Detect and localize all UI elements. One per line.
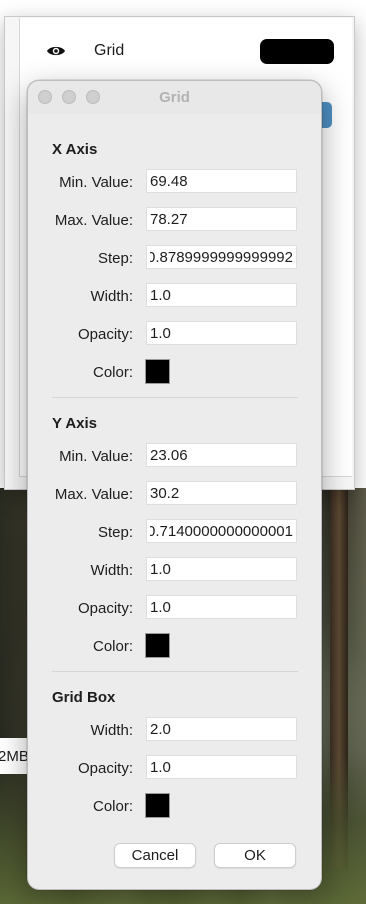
y-width-label: Width:: [90, 562, 133, 579]
layer-color-swatch[interactable]: [260, 39, 334, 64]
y-opacity-label: Opacity:: [77, 600, 133, 617]
y-max-label: Max. Value:: [54, 486, 133, 503]
file-size-label: 2MB: [0, 748, 29, 765]
x-opacity-label: Opacity:: [77, 326, 133, 343]
y-min-input[interactable]: [146, 443, 297, 467]
ok-button[interactable]: OK: [214, 843, 296, 868]
x-max-label: Max. Value:: [54, 212, 133, 229]
x-width-input[interactable]: [146, 283, 297, 307]
x-width-label: Width:: [90, 288, 133, 305]
y-step-label: Step:: [97, 524, 133, 541]
section-divider: [52, 671, 298, 672]
section-divider: [52, 397, 298, 398]
x-min-label: Min. Value:: [59, 174, 133, 191]
box-width-input[interactable]: [146, 717, 297, 741]
x-opacity-input[interactable]: [146, 321, 297, 345]
x-step-label: Step:: [97, 250, 133, 267]
layer-row-label: Grid: [94, 42, 125, 59]
y-width-input[interactable]: [146, 557, 297, 581]
dialog-title: Grid: [159, 89, 190, 106]
y-step-input[interactable]: [146, 519, 297, 543]
box-color-label: Color:: [92, 798, 133, 815]
x-min-input[interactable]: [146, 169, 297, 193]
y-min-label: Min. Value:: [59, 448, 133, 465]
grid-box-heading: Grid Box: [52, 689, 116, 706]
eye-icon[interactable]: [46, 44, 66, 58]
grid-dialog: Grid X Axis Min. Value: Max. Value: Step…: [27, 80, 322, 890]
box-color-swatch[interactable]: [145, 793, 170, 818]
x-axis-heading: X Axis: [52, 141, 98, 158]
box-opacity-input[interactable]: [146, 755, 297, 779]
x-color-label: Color:: [92, 364, 133, 381]
cancel-button[interactable]: Cancel: [114, 843, 196, 868]
y-max-input[interactable]: [146, 481, 297, 505]
layer-row-grid[interactable]: Grid: [20, 34, 352, 72]
y-opacity-input[interactable]: [146, 595, 297, 619]
x-max-input[interactable]: [146, 207, 297, 231]
x-color-swatch[interactable]: [145, 359, 170, 384]
box-width-label: Width:: [90, 722, 133, 739]
y-color-label: Color:: [92, 638, 133, 655]
dialog-titlebar[interactable]: Grid: [28, 81, 321, 114]
box-opacity-label: Opacity:: [77, 760, 133, 777]
x-step-input[interactable]: [146, 245, 297, 269]
y-axis-heading: Y Axis: [52, 415, 98, 432]
y-color-swatch[interactable]: [145, 633, 170, 658]
